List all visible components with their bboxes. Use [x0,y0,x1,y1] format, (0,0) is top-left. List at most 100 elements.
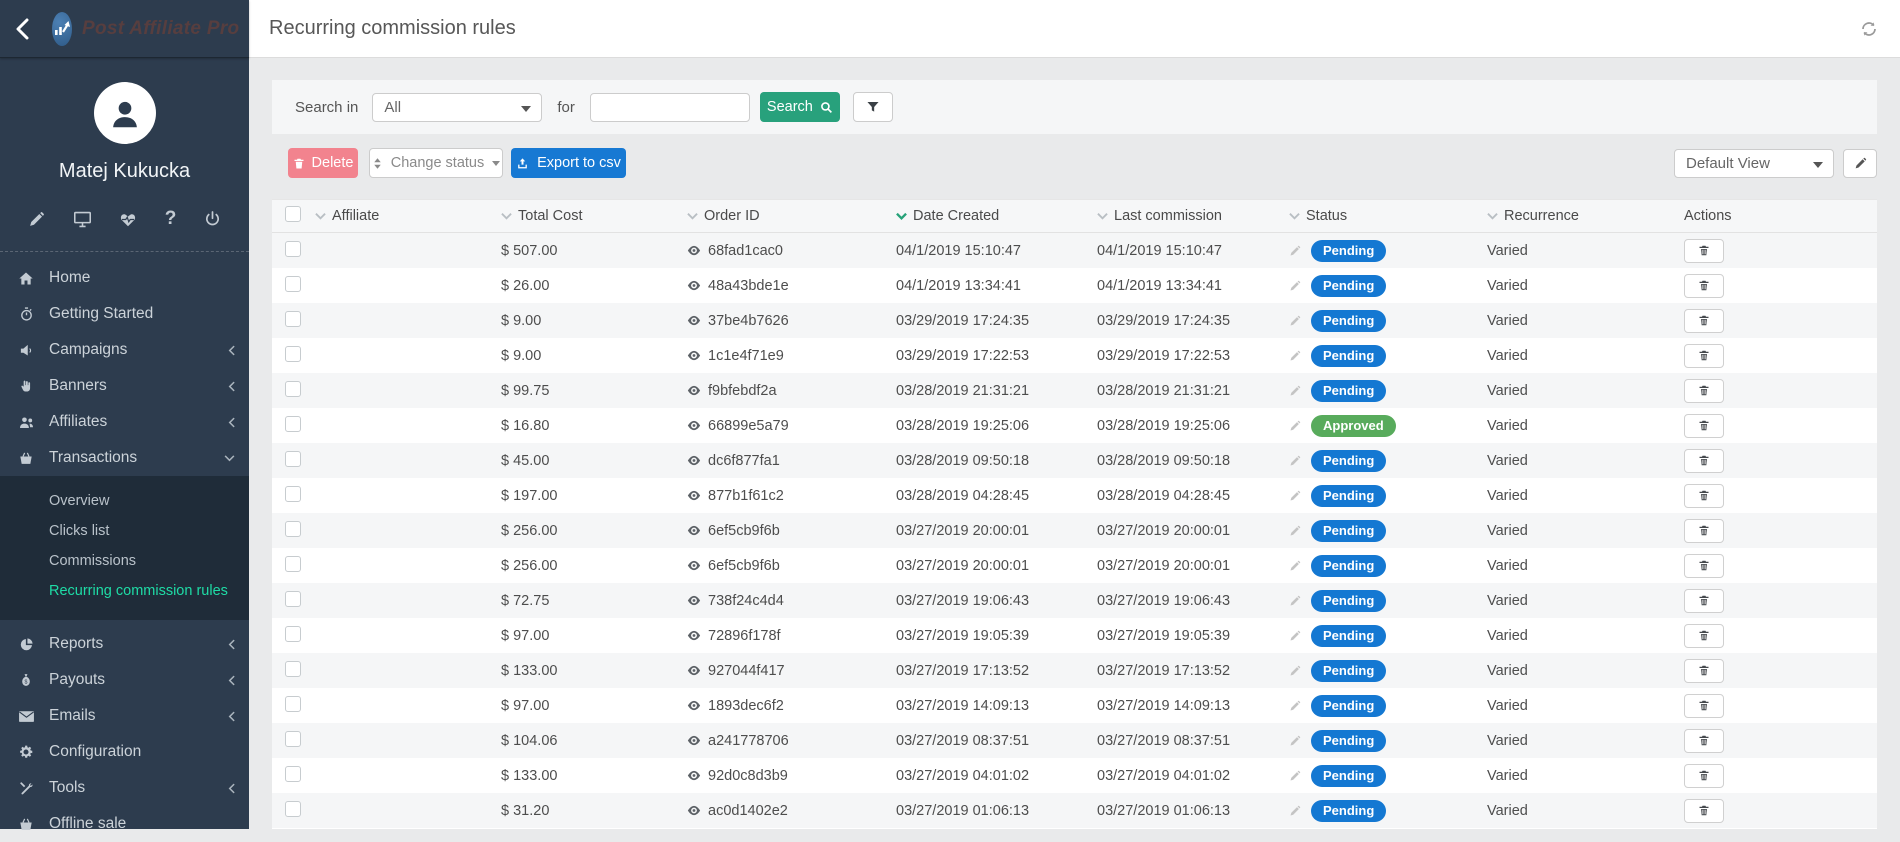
eye-icon[interactable] [687,245,701,256]
column-header-status[interactable]: Status [1289,208,1487,224]
delete-row-button[interactable] [1684,624,1724,648]
sidebar-item-campaigns[interactable]: Campaigns [0,332,249,368]
help-icon[interactable]: ? [165,209,177,229]
delete-row-button[interactable] [1684,589,1724,613]
delete-row-button[interactable] [1684,484,1724,508]
filter-button[interactable] [853,92,893,122]
row-checkbox[interactable] [285,696,301,712]
search-button[interactable]: Search [760,92,840,122]
eye-icon[interactable] [687,525,701,536]
row-checkbox[interactable] [285,591,301,607]
edit-status-pencil-icon[interactable] [1289,770,1301,782]
delete-row-button[interactable] [1684,519,1724,543]
edit-status-pencil-icon[interactable] [1289,595,1301,607]
edit-status-pencil-icon[interactable] [1289,280,1301,292]
sidebar-item-banners[interactable]: Banners [0,368,249,404]
row-checkbox[interactable] [285,311,301,327]
delete-row-button[interactable] [1684,414,1724,438]
row-checkbox[interactable] [285,381,301,397]
sidebar-item-home[interactable]: Home [0,260,249,296]
row-checkbox[interactable] [285,521,301,537]
row-checkbox[interactable] [285,486,301,502]
submenu-item-commissions[interactable]: Commissions [0,546,249,576]
row-checkbox[interactable] [285,241,301,257]
sidebar-item-affiliates[interactable]: Affiliates [0,404,249,440]
eye-icon[interactable] [687,315,701,326]
delete-button[interactable]: Delete [288,148,358,178]
edit-status-pencil-icon[interactable] [1289,735,1301,747]
refresh-icon[interactable] [1860,20,1878,38]
edit-status-pencil-icon[interactable] [1289,245,1301,257]
column-header-recurrence[interactable]: Recurrence [1487,208,1684,224]
sidebar-item-reports[interactable]: Reports [0,626,249,662]
eye-icon[interactable] [687,350,701,361]
heartbeat-icon[interactable] [119,209,137,229]
eye-icon[interactable] [687,595,701,606]
delete-row-button[interactable] [1684,694,1724,718]
column-header-order-id[interactable]: Order ID [687,208,896,224]
column-header-affiliate[interactable]: Affiliate [315,208,501,224]
row-checkbox[interactable] [285,451,301,467]
eye-icon[interactable] [687,455,701,466]
row-checkbox[interactable] [285,801,301,817]
edit-status-pencil-icon[interactable] [1289,385,1301,397]
delete-row-button[interactable] [1684,659,1724,683]
eye-icon[interactable] [687,735,701,746]
delete-row-button[interactable] [1684,554,1724,578]
delete-row-button[interactable] [1684,239,1724,263]
avatar[interactable] [94,82,156,144]
row-checkbox[interactable] [285,276,301,292]
sidebar-item-transactions[interactable]: Transactions [0,440,249,476]
edit-status-pencil-icon[interactable] [1289,700,1301,712]
monitor-icon[interactable] [73,209,92,229]
sidebar-item-tools[interactable]: Tools [0,770,249,806]
eye-icon[interactable] [687,385,701,396]
eye-icon[interactable] [687,490,701,501]
eye-icon[interactable] [687,770,701,781]
eye-icon[interactable] [687,805,701,816]
collapse-sidebar-button[interactable] [14,16,30,42]
row-checkbox[interactable] [285,416,301,432]
power-icon[interactable] [204,209,221,229]
search-input[interactable] [590,93,750,122]
column-header-last-commission[interactable]: Last commission [1097,208,1289,224]
eye-icon[interactable] [687,630,701,641]
edit-icon[interactable] [28,209,45,229]
eye-icon[interactable] [687,280,701,291]
edit-status-pencil-icon[interactable] [1289,560,1301,572]
delete-row-button[interactable] [1684,379,1724,403]
delete-row-button[interactable] [1684,344,1724,368]
sidebar-item-payouts[interactable]: $ Payouts [0,662,249,698]
delete-row-button[interactable] [1684,449,1724,473]
edit-status-pencil-icon[interactable] [1289,490,1301,502]
delete-row-button[interactable] [1684,729,1724,753]
search-field-select[interactable]: All [372,93,542,122]
eye-icon[interactable] [687,665,701,676]
edit-status-pencil-icon[interactable] [1289,315,1301,327]
eye-icon[interactable] [687,420,701,431]
delete-row-button[interactable] [1684,799,1724,823]
edit-status-pencil-icon[interactable] [1289,525,1301,537]
sidebar-item-offline-sale[interactable]: Offline sale [0,806,249,842]
sidebar-item-getting-started[interactable]: Getting Started [0,296,249,332]
select-all-checkbox[interactable] [285,206,301,222]
row-checkbox[interactable] [285,556,301,572]
sidebar-item-emails[interactable]: Emails [0,698,249,734]
eye-icon[interactable] [687,560,701,571]
submenu-item-overview[interactable]: Overview [0,486,249,516]
sidebar-item-configuration[interactable]: Configuration [0,734,249,770]
edit-status-pencil-icon[interactable] [1289,455,1301,467]
edit-status-pencil-icon[interactable] [1289,805,1301,817]
edit-status-pencil-icon[interactable] [1289,630,1301,642]
view-selector[interactable]: Default View [1674,149,1834,178]
edit-view-button[interactable] [1843,149,1877,178]
edit-status-pencil-icon[interactable] [1289,665,1301,677]
delete-row-button[interactable] [1684,274,1724,298]
row-checkbox[interactable] [285,766,301,782]
row-checkbox[interactable] [285,346,301,362]
column-header-date-created[interactable]: Date Created [896,208,1097,224]
edit-status-pencil-icon[interactable] [1289,350,1301,362]
export-csv-button[interactable]: Export to csv [511,148,626,178]
row-checkbox[interactable] [285,626,301,642]
delete-row-button[interactable] [1684,764,1724,788]
